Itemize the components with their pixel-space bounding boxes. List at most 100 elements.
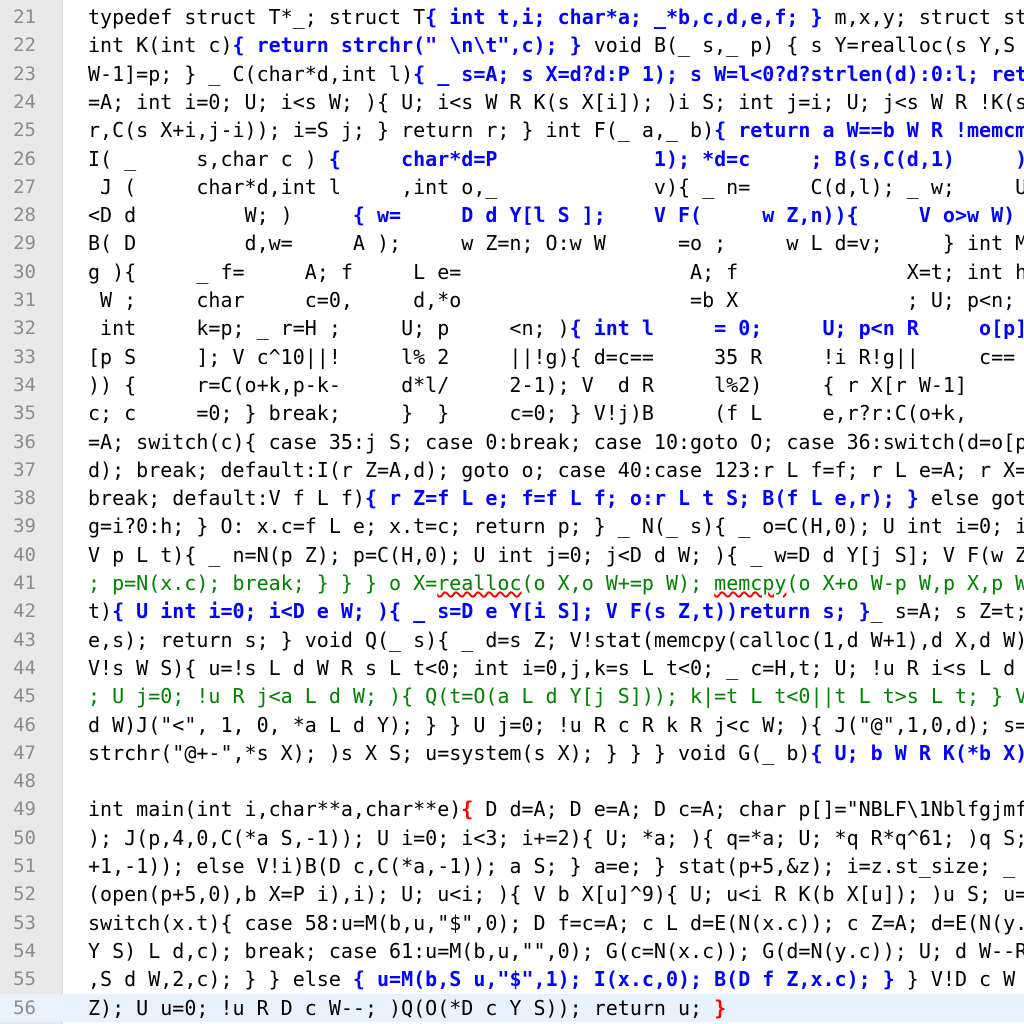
code-token: B( D d,w= A ); w Z=n; O:w W =o ; w L d=v… (88, 231, 1024, 256)
line-number: 23 (13, 62, 36, 85)
code-line[interactable]: 35 c; c =0; } break; } } c=0; } V!j)B (f … (0, 399, 1024, 427)
code-line[interactable]: 55 ,S d W,2,c); } } else { u=M(b,S u,"$",… (0, 965, 1024, 993)
code-text: Z); U u=0; !u R D c W--; )Q(O(*D c Y S))… (88, 994, 726, 1022)
code-line[interactable]: 48 (0, 767, 1024, 795)
code-line[interactable]: 34 )) { r=C(o+k,p-k- d*l/ 2-1); V d R l%2… (0, 371, 1024, 399)
code-token: g ){ _ f= A; f L e= A; f X=t; int h=g (88, 259, 1024, 284)
code-text: ,S d W,2,c); } } else { u=M(b,S u,"$",1)… (88, 965, 1024, 993)
code-line[interactable]: 27 J ( char*d,int l ,int o,_ v){ _ n= C(… (0, 173, 1024, 201)
code-token: )) { r=C(o+k,p-k- d*l/ 2-1); V d R l%2) … (88, 372, 1024, 397)
code-line[interactable]: 44 V!s W S){ u=!s L d W R s L t<0; int i=… (0, 654, 1024, 682)
code-token: int main(int i,char**a,char**e) (88, 797, 462, 822)
code-line[interactable]: 25 r,C(s X+i,j-i)); i=S j; } return r; } … (0, 116, 1024, 144)
code-text: typedef struct T*_; struct T{ int t,i; c… (88, 3, 1024, 31)
code-token: { int t,i; char*a; _*b,c,d,e,f; } (425, 5, 823, 29)
code-line[interactable]: 47 strchr("@+-",*s X); )s X S; u=system(s… (0, 739, 1024, 767)
code-token: g=i?0:h; } O: x.c=f L e; x.t=c; return p… (88, 514, 1024, 539)
code-token: V p L t){ _ n=N(p Z); p=C(H,0); U int j=… (88, 542, 1024, 567)
line-number: 37 (13, 458, 36, 481)
line-number: 53 (13, 911, 36, 934)
line-number: 52 (13, 883, 36, 906)
code-text: g ){ _ f= A; f L e= A; f X=t; int h=g (88, 258, 1024, 286)
code-token: memcpy (714, 571, 787, 595)
code-token: { int l = 0; U; p<n R o[p]==92 (569, 316, 1024, 341)
code-token: m,x,y; struct stat z; int (834, 5, 1024, 29)
code-text: t){ U int i=0; i<D e W; ){ _ s=D e Y[i S… (88, 597, 1024, 625)
code-text: +1,-1)); else V!i)B(D c,C(*a,-1)); a S; … (88, 852, 1024, 880)
code-line[interactable]: 29 B( D d,w= A ); w Z=n; O:w W =o ; w L d… (0, 229, 1024, 257)
code-line[interactable]: 36 =A; switch(c){ case 35:j S; case 0:bre… (0, 428, 1024, 456)
code-line[interactable]: 45 ; U j=0; !u R j<a L d W; ){ Q(t=O(a L … (0, 682, 1024, 710)
code-line[interactable]: 51 +1,-1)); else V!i)B(D c,C(*a,-1)); a S… (0, 852, 1024, 880)
code-token: e,s); return s; } void Q(_ s){ _ d=s Z; … (88, 627, 1024, 652)
code-text: r,C(s X+i,j-i)); i=S j; } return r; } in… (88, 116, 1024, 144)
code-token: =A; switch(c){ case 35:j S; case 0:break… (88, 429, 1024, 454)
code-line[interactable]: 23 W-1]=p; } _ C(char*d,int l){ _ s=A; s … (0, 60, 1024, 88)
code-line[interactable]: 41; p=N(x.c); break; } } } o X=realloc(o… (0, 569, 1024, 597)
code-token: { U; b W R K(*b X); } (810, 740, 1024, 765)
line-number: 39 (13, 515, 36, 538)
code-line[interactable]: 38 break; default:V f L f){ r Z=f L e; f=… (0, 484, 1024, 512)
code-line[interactable]: 22 int K(int c){ return strchr(" \n\t",c)… (0, 31, 1024, 59)
code-token: <D d W; ) (88, 203, 353, 228)
code-line[interactable]: 43 e,s); return s; } void Q(_ s){ _ d=s Z… (0, 626, 1024, 654)
line-number: 21 (13, 6, 36, 28)
code-token: _ s=A; s Z=t; s (870, 599, 1024, 624)
line-number: 34 (13, 373, 36, 396)
code-line[interactable]: 37 d); break; default:I(r Z=A,d); goto o;… (0, 456, 1024, 484)
line-number: 48 (13, 770, 36, 793)
code-text: d); break; default:I(r Z=A,d); goto o; c… (88, 456, 1024, 484)
code-line[interactable]: 54 Y S) L d,c); break; case 61:u=M(b,u,""… (0, 937, 1024, 965)
code-text: int main(int i,char**a,char**e){ D d=A; … (88, 795, 1024, 823)
code-text: int k=p; _ r=H ; U; p <n; ){ int l = 0; … (88, 314, 1024, 342)
code-token: realloc (437, 571, 522, 595)
line-number: 22 (13, 34, 36, 57)
code-token: d W)J("<", 1, 0, *a L d Y); } } U j=0; !… (88, 712, 1024, 737)
code-token: { u=M(b,S u,"$",1); I(x.c,0); B(D f Z,x.… (352, 967, 895, 992)
code-token: } V!D c W R D (906, 967, 1016, 992)
line-number: 40 (13, 543, 36, 566)
code-line[interactable]: 50); J(p,4,0,C(*a S,-1)); U i=0; i<3; i+… (0, 824, 1024, 852)
code-line[interactable]: 53 switch(x.t){ case 58:u=M(b,u,"$",0); D… (0, 909, 1024, 937)
code-line[interactable]: 30 g ){ _ f= A; f L e= A; f X=t; int h=g (0, 258, 1024, 286)
code-token: { (461, 797, 474, 822)
line-number: 27 (13, 175, 36, 198)
code-token: ; U j=0; !u R j<a L d W; ){ Q(t=O(a L d … (88, 684, 1024, 709)
code-text: W-1]=p; } _ C(char*d,int l){ _ s=A; s X=… (88, 60, 1024, 88)
line-number: 31 (13, 289, 36, 311)
code-editor[interactable]: 21 typedef struct T*_; struct T{ int t,i;… (0, 0, 1024, 1024)
code-line[interactable]: 24 =A; int i=0; U; i<s W; ){ U; i<s W R K… (0, 88, 1024, 116)
code-line[interactable]: 46 d W)J("<", 1, 0, *a L d Y); } } U j=0;… (0, 711, 1024, 739)
code-token: typedef struct T*_; struct T (88, 5, 426, 29)
code-text: (open(p+5,0),b X=P i),i); U; u<i; ){ V b… (88, 880, 1024, 908)
code-line[interactable]: 32 int k=p; _ r=H ; U; p <n; ){ int l = … (0, 314, 1024, 342)
code-text: [p S ]; V c^10||! l% 2 ||!g){ d=c== 35 R… (88, 343, 1024, 371)
code-token: r,C(s X+i,j-i)); i=S j; } return r; } in… (88, 118, 715, 143)
code-line[interactable]: 49 int main(int i,char**a,char**e){ D d=A… (0, 795, 1024, 823)
code-line[interactable]: 33 [p S ]; V c^10||! l% 2 ||!g){ d=c== 35… (0, 343, 1024, 371)
code-text: c; c =0; } break; } } c=0; } V!j)B (f L … (88, 399, 1024, 427)
code-line[interactable]: 21 typedef struct T*_; struct T{ int t,i;… (0, 3, 1024, 31)
code-token: { return a W==b W R !memcmp(a (714, 118, 1024, 143)
code-line[interactable]: 56 Z); U u=0; !u R D c W--; )Q(O(*D c Y S… (0, 993, 1024, 1022)
code-token: switch(x.t){ case 58:u=M(b,u,"$",0); D f… (88, 910, 1024, 935)
code-token: Z); U u=0; !u R D c W--; )Q(O(*D c Y S))… (88, 995, 715, 1020)
code-line[interactable]: 52 (open(p+5,0),b X=P i),i); U; u<i; ){ V… (0, 880, 1024, 908)
code-line[interactable]: 28 <D d W; ) { w= D d Y[l S ]; V F( w Z,n… (0, 201, 1024, 229)
code-line[interactable]: 40 V p L t){ _ n=N(p Z); p=C(H,0); U int … (0, 541, 1024, 569)
code-line[interactable]: 31 W ; char c=0, d,*o =b X ; U; p<n; ){ (0, 286, 1024, 314)
code-token: { r Z=f L e; f=f L f; o:r L t S; B(f L e… (364, 486, 919, 511)
code-token: J ( char*d,int l ,int o,_ v){ _ n= C(d,l… (88, 174, 1024, 199)
line-number: 33 (13, 345, 36, 368)
code-token: V!s W S){ u=!s L d W R s L t<0; int i=0,… (88, 655, 1024, 680)
code-token: =A; int i=0; U; i<s W; ){ U; i<s W R K(s… (88, 89, 1024, 114)
code-token: ,S d W,2,c); } } else (88, 967, 353, 992)
code-token: { return strchr(" \n\t",c); } (232, 33, 582, 58)
code-line[interactable]: 39 g=i?0:h; } O: x.c=f L e; x.t=c; return… (0, 512, 1024, 540)
line-number: 28 (13, 204, 36, 227)
code-token: int K(int c) (88, 33, 233, 58)
code-token: ); J(p,4,0,C(*a S,-1)); U i=0; i<3; i+=2… (88, 825, 1024, 850)
code-line[interactable]: 26 I( _ s,char c ) { char*d=P 1); *d=c ; … (0, 145, 1024, 173)
line-number: 26 (13, 147, 36, 170)
code-line[interactable]: 42 t){ U int i=0; i<D e W; ){ _ s=D e Y[i… (0, 597, 1024, 625)
